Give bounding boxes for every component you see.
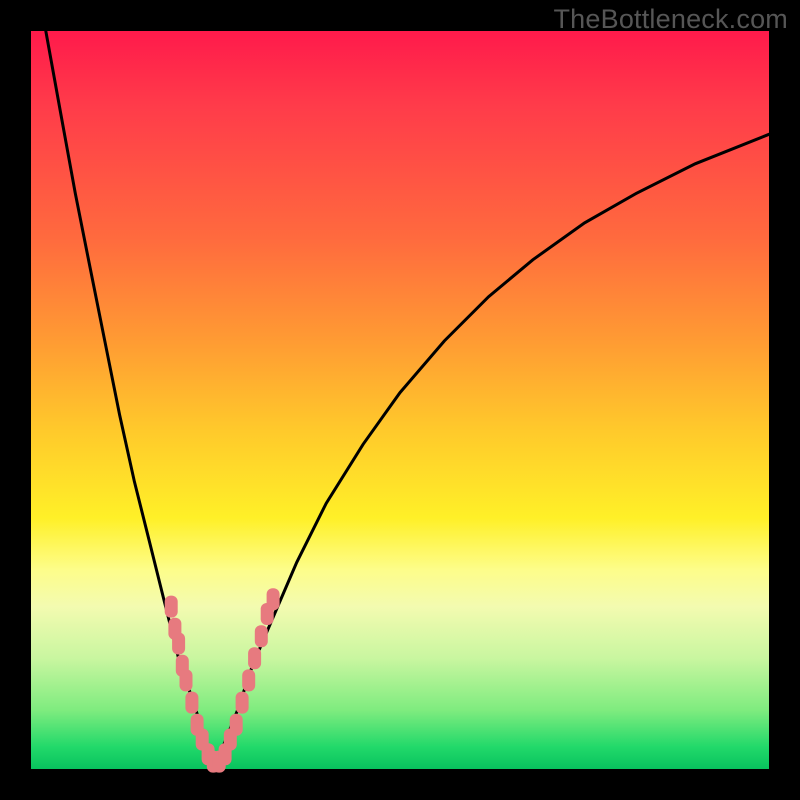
marker-cluster <box>165 588 280 772</box>
curve-right-branch <box>216 134 770 769</box>
marker-point <box>236 692 249 714</box>
curve-left-branch <box>46 31 216 769</box>
marker-point <box>267 588 280 610</box>
curve-layer <box>31 31 769 769</box>
marker-point <box>242 669 255 691</box>
bottleneck-curve <box>46 31 769 769</box>
marker-point <box>165 596 178 618</box>
marker-point <box>248 647 261 669</box>
chart-frame: TheBottleneck.com <box>0 0 800 800</box>
marker-point <box>255 625 268 647</box>
marker-point <box>230 714 243 736</box>
marker-point <box>185 692 198 714</box>
marker-point <box>180 669 193 691</box>
plot-area <box>31 31 769 769</box>
marker-point <box>172 633 185 655</box>
